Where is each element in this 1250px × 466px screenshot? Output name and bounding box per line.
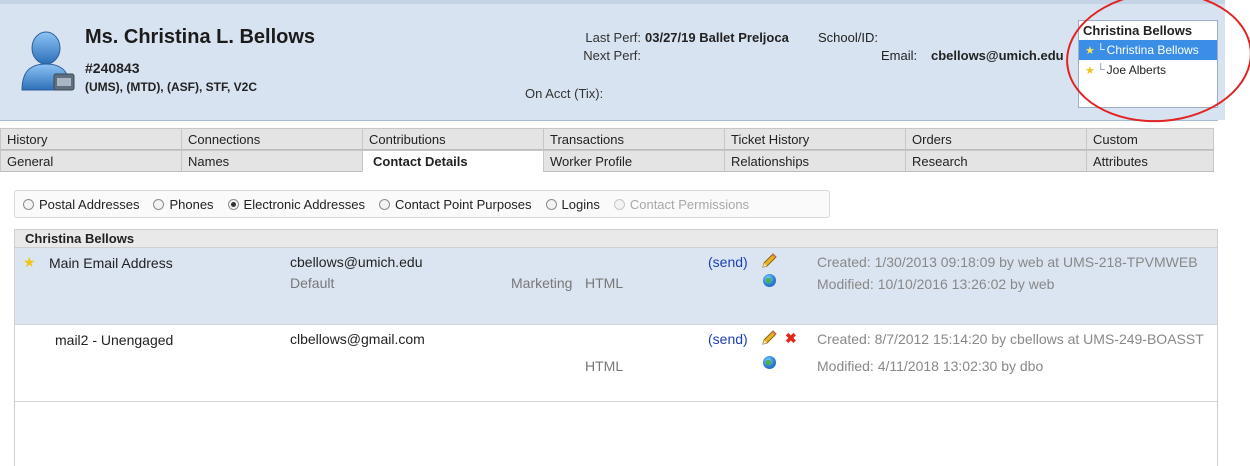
tab-orders[interactable]: Orders: [905, 128, 1087, 150]
tab-row-2: General Names Contact Details Worker Pro…: [0, 150, 1218, 172]
tree-branch-icon: └: [1096, 64, 1105, 76]
next-perf-value: [645, 48, 790, 66]
radio-label: Electronic Addresses: [243, 196, 365, 212]
star-icon: ★: [1085, 64, 1095, 77]
household-member-christina[interactable]: ★ └ Christina Bellows: [1079, 40, 1217, 60]
created-info: Created: 1/30/2013 09:18:09 by web at UM…: [817, 254, 1198, 270]
tab-ticket-history[interactable]: Ticket History: [724, 128, 906, 150]
radio-contact-point-purposes[interactable]: Contact Point Purposes: [378, 196, 532, 212]
modified-info: Modified: 10/10/2016 13:26:02 by web: [817, 276, 1055, 292]
last-perf-value: 03/27/19 Ballet Preljoca: [645, 30, 789, 45]
radio-button-icon: [613, 198, 625, 210]
tab-row-1: History Connections Contributions Transa…: [0, 128, 1218, 150]
tree-branch-icon: └: [1096, 44, 1105, 56]
customer-id: #240843: [85, 60, 140, 76]
customer-name: Ms. Christina L. Bellows: [85, 26, 316, 48]
table-row[interactable]: mail2 - Unengaged clbellows@gmail.com HT…: [15, 325, 1217, 402]
next-perf-label: Next Perf:: [583, 48, 641, 63]
tab-general[interactable]: General: [0, 150, 182, 172]
customer-flags: (UMS), (MTD), (ASF), STF, V2C: [85, 80, 257, 94]
delete-x-icon[interactable]: ✖: [785, 330, 797, 347]
format-label: HTML: [585, 275, 624, 291]
radio-button-icon: [23, 198, 34, 210]
address-type: Main Email Address: [49, 255, 173, 271]
electronic-address-grid: Christina Bellows ★ Main Email Address c…: [14, 229, 1218, 466]
tab-custom[interactable]: Custom: [1086, 128, 1214, 150]
email-address: clbellows@gmail.com: [290, 331, 425, 347]
email-value: cbellows@umich.edu: [931, 48, 1064, 63]
send-link[interactable]: (send): [708, 331, 748, 347]
globe-icon[interactable]: [763, 274, 776, 290]
on-acct-label: On Acct (Tix):: [525, 86, 604, 101]
household-tree[interactable]: Christina Bellows ★ └ Christina Bellows …: [1078, 20, 1218, 108]
tab-contact-details[interactable]: Contact Details: [362, 150, 544, 172]
tab-names[interactable]: Names: [181, 150, 363, 172]
star-icon: ★: [23, 254, 36, 270]
radio-label: Phones: [169, 196, 214, 212]
radio-postal-addresses[interactable]: Postal Addresses: [23, 197, 139, 212]
header-top-strip: [0, 0, 1225, 4]
send-link[interactable]: (send): [708, 254, 748, 270]
default-label: Default: [290, 275, 335, 291]
tab-connections[interactable]: Connections: [181, 128, 363, 150]
contact-type-selector: Postal Addresses Phones Electronic Addre…: [14, 190, 830, 218]
tab-worker-profile[interactable]: Worker Profile: [543, 150, 725, 172]
household-member-joe[interactable]: ★ └ Joe Alberts: [1079, 60, 1217, 80]
radio-contact-permissions: Contact Permissions: [613, 196, 750, 212]
last-perf-label: Last Perf:: [585, 30, 641, 45]
radio-electronic-addresses[interactable]: Electronic Addresses: [227, 196, 365, 212]
marketing-label: Marketing: [511, 275, 573, 291]
pencil-icon[interactable]: [760, 252, 778, 273]
modified-info: Modified: 4/11/2018 13:02:30 by dbo: [817, 358, 1044, 374]
household-member-label: Christina Bellows: [1106, 43, 1199, 57]
radio-phones[interactable]: Phones: [153, 196, 214, 212]
tab-research[interactable]: Research: [905, 150, 1087, 172]
tab-strip: History Connections Contributions Transa…: [0, 128, 1218, 172]
tab-attributes[interactable]: Attributes: [1086, 150, 1214, 172]
radio-label: Contact Point Purposes: [394, 196, 532, 212]
radio-label: Logins: [561, 196, 600, 212]
radio-label: Contact Permissions: [629, 196, 750, 212]
format-label: HTML: [585, 358, 624, 374]
right-margin: [1218, 120, 1250, 466]
school-id-label: School/ID:: [818, 30, 878, 45]
grid-group-header: Christina Bellows: [15, 230, 1217, 248]
performance-info: Last Perf: 03/27/19 Ballet Preljoca Next…: [480, 30, 790, 66]
star-icon: ★: [1085, 44, 1095, 57]
email-address: cbellows@umich.edu: [290, 254, 423, 270]
tab-history[interactable]: History: [0, 128, 182, 150]
tab-relationships[interactable]: Relationships: [724, 150, 906, 172]
radio-button-icon: [378, 198, 390, 210]
tab-transactions[interactable]: Transactions: [543, 128, 725, 150]
radio-label: Postal Addresses: [39, 196, 140, 212]
globe-icon[interactable]: [763, 356, 776, 372]
constituent-header: Ms. Christina L. Bellows #240843 (UMS), …: [0, 0, 1225, 121]
radio-button-icon: [545, 198, 557, 210]
radio-logins[interactable]: Logins: [545, 196, 600, 212]
tab-contributions[interactable]: Contributions: [362, 128, 544, 150]
address-type: mail2 - Unengaged: [55, 332, 174, 348]
email-label: Email:: [881, 48, 918, 63]
radio-button-icon: [153, 198, 165, 210]
person-avatar-icon: [20, 28, 80, 94]
table-row[interactable]: ★ Main Email Address cbellows@umich.edu …: [15, 248, 1217, 325]
radio-button-checked-icon: [227, 198, 239, 210]
created-info: Created: 8/7/2012 15:14:20 by cbellows a…: [817, 331, 1204, 347]
pencil-icon[interactable]: [760, 329, 778, 350]
household-title: Christina Bellows: [1083, 23, 1193, 38]
household-member-label: Joe Alberts: [1106, 63, 1167, 77]
